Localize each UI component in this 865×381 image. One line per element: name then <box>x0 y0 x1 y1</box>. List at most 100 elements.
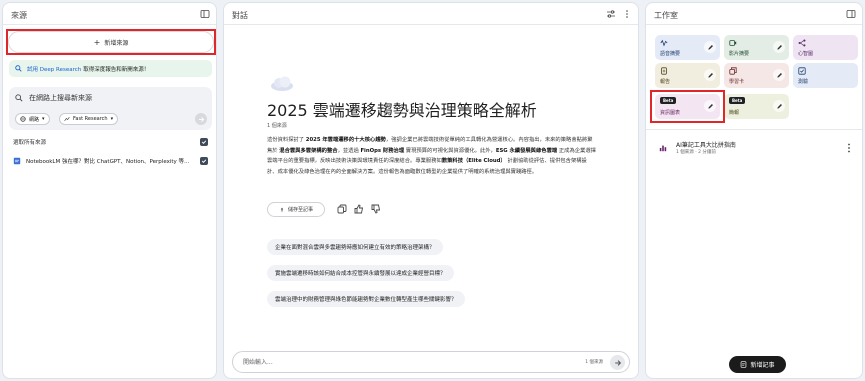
beta-badge: Beta <box>729 97 746 104</box>
tune-icon[interactable] <box>606 9 616 19</box>
save-to-note-button[interactable]: 儲存至記事 <box>267 202 325 217</box>
research-mode-dropdown[interactable]: Fast Research ▾ <box>59 113 119 125</box>
tile-audio-overview[interactable]: 語音摘要 <box>655 35 720 60</box>
tile-label: 測驗 <box>798 79 809 85</box>
check-icon <box>201 159 207 164</box>
studio-panel: 工作室 語音摘要 影片摘要 心智圖 報告 學習卡 測驗 Beta 資訊圖表 Be… <box>645 2 863 379</box>
tile-report[interactable]: 報告 <box>655 63 720 88</box>
infographic-icon <box>659 145 667 152</box>
search-icon <box>15 94 23 102</box>
summary-bold: 混合雲與多雲架構的整合 <box>279 147 338 154</box>
select-all-row[interactable]: 選取所有來源 <box>13 138 208 146</box>
note-title: AI筆記工具大比拼指南 <box>676 142 736 149</box>
web-search-box: 在網路上搜尋新來源 網路 ▾ Fast Research ▾ <box>9 87 212 130</box>
tile-flashcards[interactable]: 學習卡 <box>724 63 789 88</box>
add-note-label: 新增記事 <box>750 362 775 369</box>
studio-title: 工作室 <box>654 11 678 20</box>
summary-bold: ESG 永續發展與綠色雲端 <box>495 147 558 154</box>
collapse-panel-icon[interactable] <box>846 9 856 19</box>
tile-label: 語音摘要 <box>660 51 681 57</box>
summary-bold: 數策科技（Elite Cloud） <box>441 158 506 165</box>
summary-text: 這份資料探討了 <box>267 137 306 143</box>
submit-search-button[interactable] <box>195 113 207 125</box>
thumbs-up-icon[interactable] <box>354 204 364 214</box>
notebook-summary: 這份資料探討了 2025 年雲端遷移的十大核心趨勢，強調企業已將雲端技術從單純的… <box>267 135 597 177</box>
web-search-placeholder: 在網路上搜尋新來源 <box>29 94 92 102</box>
input-source-count: 1 個來源 <box>585 360 603 365</box>
tile-label: 影片摘要 <box>729 51 750 57</box>
research-icon <box>64 117 70 121</box>
check-icon <box>201 140 207 145</box>
cloud-emoji-icon <box>271 76 293 91</box>
collapse-panel-icon[interactable] <box>200 9 210 19</box>
arrow-right-icon <box>198 116 204 122</box>
pin-icon <box>280 207 284 212</box>
research-chip-label: Fast Research <box>73 116 108 122</box>
save-note-label: 儲存至記事 <box>287 207 313 213</box>
search-sparkle-icon <box>15 65 22 72</box>
tile-label: 報告 <box>660 79 671 85</box>
tile-label: 心智圖 <box>798 51 814 57</box>
summary-text: ，並透過 <box>337 147 361 154</box>
tile-slides[interactable]: Beta 簡報 <box>724 94 789 119</box>
chevron-down-icon: ▾ <box>110 116 114 122</box>
chat-input-box: 1 個來源 <box>232 351 630 373</box>
chevron-down-icon: ▾ <box>42 116 45 122</box>
quiz-icon <box>798 67 806 75</box>
summary-bold: 2025 年雲端遷移的十大核心趨勢 <box>305 137 386 143</box>
promo-link[interactable]: 試用 Deep Research <box>27 65 81 73</box>
tile-label: 學習卡 <box>729 79 745 85</box>
notebook-title: 2025 雲端遷移趨勢與治理策略全解析 <box>267 101 537 120</box>
arrow-right-icon <box>614 359 621 366</box>
mindmap-icon <box>798 39 806 47</box>
more-vert-icon[interactable] <box>846 142 852 154</box>
add-note-button[interactable]: 新增記事 <box>729 356 786 373</box>
edit-icon[interactable] <box>704 41 716 53</box>
summary-text: 實現預算的可視化與資源優化。此外， <box>404 147 496 154</box>
sources-title: 來源 <box>11 11 27 20</box>
copy-icon[interactable] <box>337 204 347 214</box>
generated-note-item[interactable]: AI筆記工具大比拼指南 1 個來源 · 2 分鐘前 <box>656 140 856 158</box>
waveform-icon <box>660 39 668 47</box>
report-icon <box>661 67 667 75</box>
suggested-question[interactable]: 企業在面對混合雲與多雲趨勢時應如何建立有效的策略治理架構？ <box>267 239 443 255</box>
more-vert-icon[interactable] <box>622 9 632 19</box>
edit-icon[interactable] <box>773 69 785 81</box>
edit-icon[interactable] <box>773 41 785 53</box>
source-list-item[interactable]: NotebookLM 強在哪？對比 ChatGPT、Notion、Perplex… <box>13 157 208 165</box>
highlight-box <box>650 90 725 123</box>
document-icon <box>13 157 21 165</box>
deep-research-promo[interactable]: 試用 Deep Research 取得深度報告和新開來源！ <box>9 60 212 77</box>
promo-text: 取得深度報告和新開來源！ <box>83 66 150 73</box>
web-search-input[interactable]: 在網路上搜尋新來源 <box>15 93 92 103</box>
highlight-box <box>6 29 216 55</box>
notebook-source-count: 1 個來源 <box>267 123 287 129</box>
select-all-checkbox[interactable] <box>200 138 208 146</box>
suggested-question[interactable]: 實施雲端遷移時該如何結合成本控管與永續發展以達成企業經營目標？ <box>267 265 454 281</box>
thumbs-down-icon[interactable] <box>371 204 381 214</box>
send-button[interactable] <box>610 355 625 370</box>
web-source-dropdown[interactable]: 網路 ▾ <box>15 113 50 125</box>
edit-icon[interactable] <box>773 100 785 112</box>
select-all-label: 選取所有來源 <box>13 140 47 146</box>
tile-video-overview[interactable]: 影片摘要 <box>724 35 789 60</box>
chat-panel: 對話 2025 雲端遷移趨勢與治理策略全解析 1 個來源 這份資料探討了 202… <box>223 2 639 379</box>
header-divider <box>3 24 216 25</box>
note-add-icon <box>741 361 747 368</box>
header-divider <box>224 24 638 25</box>
source-title: NotebookLM 強在哪？對比 ChatGPT、Notion、Perplex… <box>26 159 190 165</box>
edit-icon[interactable] <box>704 69 716 81</box>
video-icon <box>729 40 737 46</box>
suggested-question[interactable]: 雲端治理中的財務管理與綠色節能趨勢對企業數位轉型產生哪些關鍵影響？ <box>267 291 465 307</box>
tile-quiz[interactable]: 測驗 <box>793 63 858 88</box>
globe-icon <box>20 116 26 122</box>
flashcard-icon <box>729 67 737 75</box>
header-divider <box>646 24 862 25</box>
web-chip-label: 網路 <box>29 116 40 123</box>
sources-panel: 來源 + 新增來源 試用 Deep Research 取得深度報告和新開來源！ … <box>2 2 217 379</box>
chat-input[interactable] <box>243 357 493 368</box>
section-divider <box>646 129 862 130</box>
source-checkbox[interactable] <box>200 157 208 165</box>
tile-mind-map[interactable]: 心智圖 <box>793 35 858 60</box>
chat-title: 對話 <box>232 11 248 20</box>
